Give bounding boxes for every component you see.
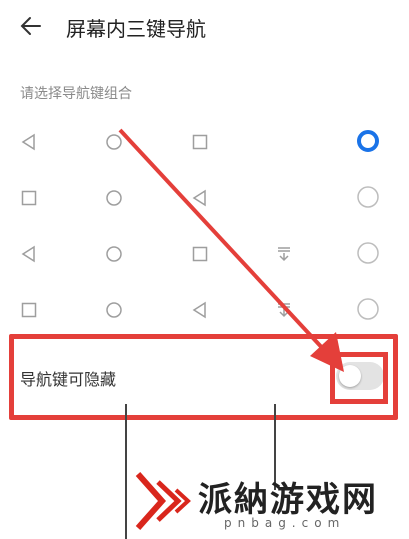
- radio-selected[interactable]: [356, 129, 380, 153]
- nav-combo-option-1[interactable]: [0, 114, 409, 170]
- nav-combo-option-2[interactable]: [0, 170, 409, 226]
- nav-combo-option-3[interactable]: [0, 226, 409, 282]
- watermark-text: 派納游戏网: [198, 480, 378, 520]
- section-subtitle: 请选择导航键组合: [20, 86, 132, 102]
- toggle-highlight-box: [330, 352, 388, 404]
- recent-icon: [21, 190, 37, 206]
- back-icon: [192, 301, 206, 319]
- radio-unselected[interactable]: [356, 185, 380, 209]
- header: 屏幕内三键导航: [0, 0, 409, 52]
- nav-combo-option-4[interactable]: [0, 282, 409, 338]
- notification-down-icon: [278, 303, 290, 318]
- recent-icon: [192, 246, 208, 262]
- recent-icon: [21, 302, 37, 318]
- radio-unselected[interactable]: [356, 297, 380, 321]
- home-icon: [106, 246, 122, 262]
- notification-down-icon: [278, 247, 290, 262]
- home-icon: [106, 134, 122, 150]
- radio-unselected[interactable]: [356, 241, 380, 265]
- back-icon: [21, 133, 35, 151]
- page-title: 屏幕内三键导航: [66, 17, 206, 41]
- home-icon: [106, 302, 122, 318]
- recent-icon: [192, 134, 208, 150]
- back-icon: [21, 245, 35, 263]
- home-icon: [106, 190, 122, 206]
- watermark-url: pnbag.com: [224, 516, 346, 530]
- back-arrow-icon[interactable]: [16, 11, 46, 41]
- watermark-logo-icon: [135, 472, 191, 530]
- watermark: 派納游戏网 pnbag.com: [132, 468, 409, 539]
- back-icon: [192, 189, 206, 207]
